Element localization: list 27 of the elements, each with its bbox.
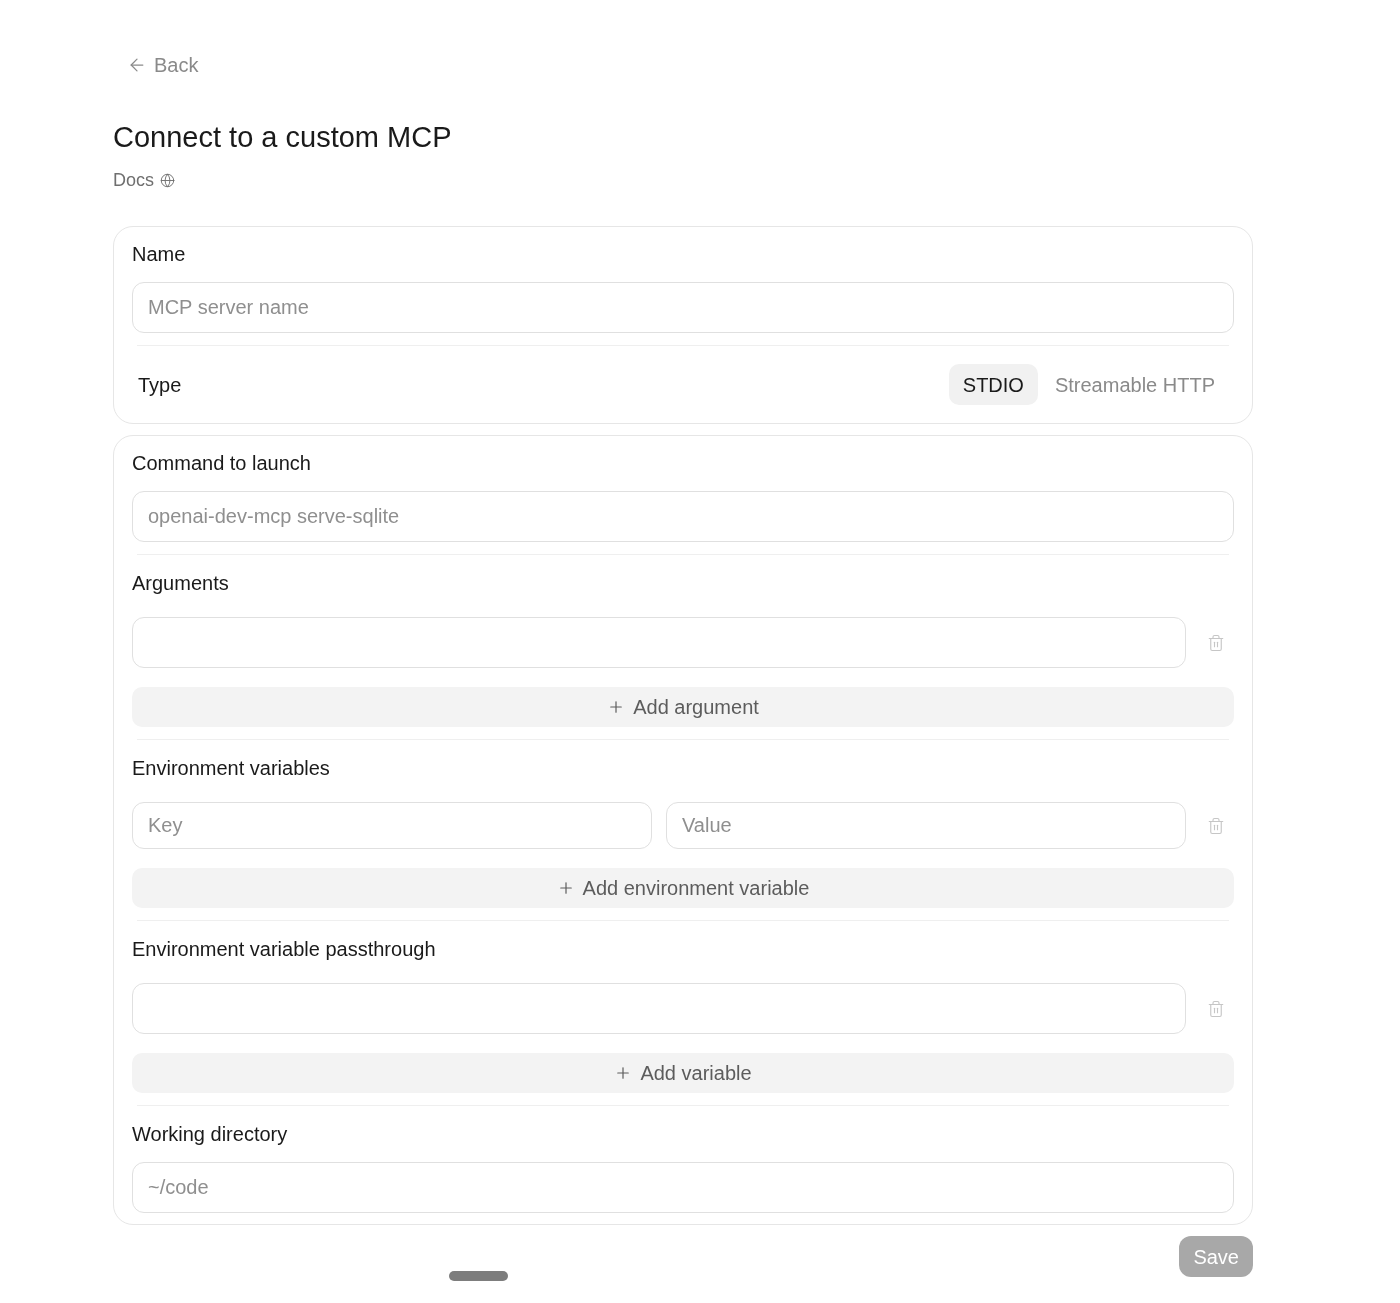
field-label: Environment variable passthrough <box>132 937 437 961</box>
docs-link[interactable]: Docs <box>113 168 175 192</box>
add-button[interactable]: Add environment variable <box>132 868 1234 908</box>
text-field[interactable] <box>132 983 1186 1034</box>
name-field[interactable]: MCP server name <box>132 282 1234 333</box>
drag-handle[interactable] <box>449 1271 508 1281</box>
trash-icon[interactable] <box>1207 633 1225 652</box>
page-title: Connect to a custom MCP <box>113 120 453 155</box>
text-field[interactable] <box>132 617 1186 668</box>
text-field[interactable]: openai-dev-mcp serve-sqlite <box>132 491 1234 542</box>
key-field[interactable]: Key <box>132 802 652 849</box>
field-label: Environment variables <box>132 756 331 780</box>
type-option[interactable]: Streamable HTTP <box>1040 364 1229 405</box>
add-button[interactable]: Add argument <box>132 687 1234 727</box>
trash-icon[interactable] <box>1207 999 1225 1018</box>
field-label: Arguments <box>132 571 230 595</box>
add-button[interactable]: Add variable <box>132 1053 1234 1093</box>
globe-icon <box>160 172 175 188</box>
value-field[interactable]: Value <box>666 802 1186 849</box>
type-option[interactable]: STDIO <box>948 364 1038 405</box>
back-button[interactable]: Back <box>113 47 213 83</box>
field-label: Command to launch <box>132 451 312 475</box>
field-label: Working directory <box>132 1122 289 1146</box>
text-field[interactable]: ~/code <box>132 1162 1234 1213</box>
type-label: Type <box>138 372 182 398</box>
trash-icon[interactable] <box>1207 816 1225 835</box>
field-label: Name <box>132 242 187 266</box>
